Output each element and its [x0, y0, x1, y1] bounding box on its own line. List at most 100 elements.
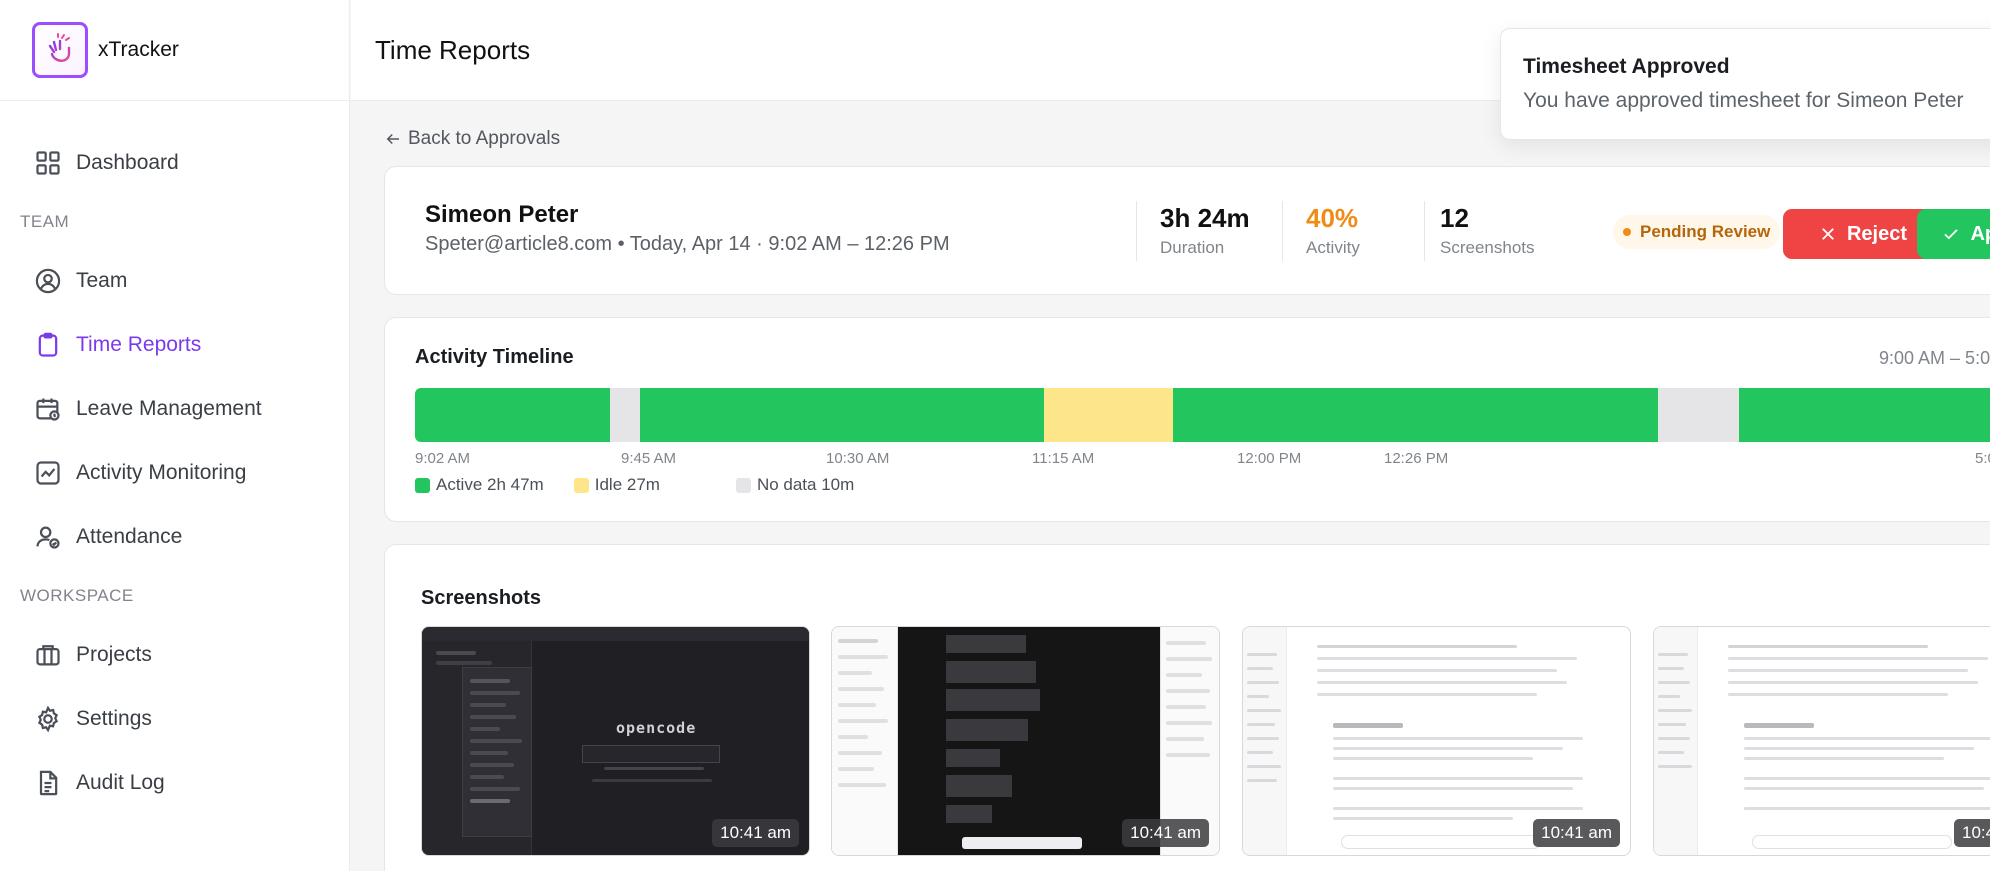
divider: [1136, 201, 1137, 261]
employee-name: Simeon Peter: [425, 201, 579, 228]
thumbnail-caption: opencode: [616, 719, 697, 737]
gear-icon: [37, 705, 59, 733]
sidebar-item-settings[interactable]: Settings: [0, 687, 349, 751]
legend-label: Idle 27m: [594, 475, 660, 494]
status-dot-icon: [1623, 228, 1631, 236]
check-icon: [1944, 229, 1959, 240]
sidebar-item-label: Activity Monitoring: [76, 461, 247, 484]
sidebar-item-label: Time Reports: [76, 333, 202, 356]
legend-idle: Idle 27m: [573, 475, 660, 495]
sidebar-item-label: Leave Management: [76, 397, 262, 420]
back-to-approvals-link[interactable]: Back to Approvals: [384, 128, 560, 150]
toast-title: Timesheet Approved: [1523, 55, 1730, 78]
duration-label: Duration: [1160, 238, 1225, 257]
briefcase-icon: [36, 645, 60, 666]
timeline-segment-idle[interactable]: [1043, 388, 1174, 442]
timeline-title: Activity Timeline: [415, 346, 574, 368]
user-check-icon: [36, 526, 60, 549]
sidebar-section-workspace: WORKSPACE: [20, 586, 134, 605]
screenshot-thumbnail[interactable]: 10:41 am: [831, 626, 1220, 856]
timeline-tick: 11:15 AM: [1032, 450, 1095, 467]
approve-button[interactable]: Approve: [1917, 209, 1990, 259]
toast-message: You have approved timesheet for Simeon P…: [1523, 89, 1964, 112]
toast-notification[interactable]: Timesheet Approved You have approved tim…: [1500, 28, 1990, 140]
clipboard-icon: [38, 332, 58, 357]
legend-swatch: [573, 477, 589, 493]
divider: [1282, 201, 1283, 261]
grid-icon: [36, 151, 60, 175]
sidebar: xTracker Dashboard TEAM Team Time Report…: [0, 0, 350, 871]
sidebar-nav: Dashboard TEAM Team Time Reports Leave M…: [0, 101, 349, 815]
timesheet-summary-card: Simeon Peter Speter@article8.com • Today…: [384, 166, 1990, 295]
sidebar-item-time-reports[interactable]: Time Reports: [0, 313, 349, 377]
legend-swatch: [735, 477, 751, 493]
screenshot-thumbnail[interactable]: opencode 10:41 am: [421, 626, 810, 856]
sidebar-item-team[interactable]: Team: [0, 249, 349, 313]
page-title: Time Reports: [375, 35, 531, 65]
reject-button-label: Reject: [1846, 222, 1908, 245]
document-icon: [39, 770, 58, 796]
sidebar-item-label: Team: [76, 269, 128, 292]
calendar-icon: [36, 398, 60, 421]
timeline-tick: 5:00 PM: [1975, 450, 1990, 467]
screenshot-time: 10:41 am: [712, 819, 799, 847]
sidebar-item-label: Attendance: [76, 525, 183, 548]
legend-swatch: [415, 477, 430, 493]
sidebar-item-activity-monitoring[interactable]: Activity Monitoring: [0, 441, 349, 505]
user-circle-icon: [35, 268, 61, 294]
xtracker-logo-icon: [32, 22, 88, 78]
brand-name: xTracker: [98, 38, 179, 61]
employee-meta: Speter@article8.com • Today, Apr 14 · 9:…: [425, 233, 950, 255]
screenshots-title: Screenshots: [421, 587, 542, 609]
timeline-segment-active[interactable]: [640, 388, 1044, 442]
screenshot-time: 10:41 am: [1533, 819, 1620, 847]
sidebar-item-label: Projects: [76, 643, 152, 666]
sidebar-item-projects[interactable]: Projects: [0, 623, 349, 687]
legend-nodata: No data 10m: [735, 475, 855, 495]
timeline-segment-nodata[interactable]: [610, 388, 641, 442]
sidebar-item-audit-log[interactable]: Audit Log: [0, 751, 349, 815]
sidebar-item-leave-management[interactable]: Leave Management: [0, 377, 349, 441]
stat-activity: 40% Activity: [1306, 203, 1360, 258]
timeline-tick: 9:02 AM: [415, 450, 471, 467]
stat-screenshots: 12 Screenshots: [1440, 203, 1535, 258]
screenshots-value: 12: [1440, 203, 1469, 233]
timeline-tick: 9:45 AM: [621, 450, 677, 467]
divider: [1424, 201, 1425, 261]
stat-duration: 3h 24m Duration: [1160, 203, 1250, 258]
activity-value: 40%: [1306, 203, 1359, 233]
screenshot-thumbnail[interactable]: 10:41 am: [1242, 626, 1631, 856]
timeline-tick: 12:00 PM: [1237, 450, 1302, 467]
sidebar-item-label: Dashboard: [76, 151, 179, 174]
screenshot-time: 10:41 am: [1122, 819, 1209, 847]
sidebar-item-label: Audit Log: [76, 771, 165, 794]
timeline-legend: Active 2h 47m Idle 27m No data 10m: [415, 475, 884, 495]
legend-label: Active 2h 47m: [436, 475, 544, 494]
screenshots-label: Screenshots: [1440, 238, 1535, 257]
back-link-label: Back to Approvals: [408, 128, 561, 149]
timeline-tick: 12:26 PM: [1384, 450, 1449, 467]
close-icon: [1822, 228, 1834, 240]
sidebar-item-attendance[interactable]: Attendance: [0, 505, 349, 569]
timeline-segment-active[interactable]: [1173, 388, 1658, 442]
brand: xTracker: [0, 0, 349, 101]
timeline-range: 9:00 AM – 5:00 PM: [1879, 348, 1990, 368]
screenshot-thumbnail[interactable]: 10:41 am: [1653, 626, 1990, 856]
status-badge-label: Pending Review: [1640, 222, 1771, 241]
approve-button-label: Approve: [1970, 222, 1990, 245]
sidebar-item-dashboard[interactable]: Dashboard: [0, 131, 349, 195]
activity-label: Activity: [1306, 238, 1360, 257]
sidebar-item-label: Settings: [76, 707, 152, 730]
timeline-segment-nodata[interactable]: [1657, 388, 1740, 442]
legend-label: No data 10m: [756, 475, 855, 494]
timeline-segment-active[interactable]: [415, 388, 611, 442]
status-badge: Pending Review: [1613, 215, 1781, 249]
screenshot-time: 10:41 am: [1954, 819, 1990, 847]
timeline-track[interactable]: [415, 388, 1990, 442]
timeline-segment-active[interactable]: [1739, 388, 1990, 442]
screenshots-card: Screenshots opencode 10:41 am 10:41 am 1…: [384, 544, 1990, 871]
timeline-tick: 10:30 AM: [826, 450, 890, 467]
arrow-left-icon: [386, 133, 399, 145]
sidebar-section-team: TEAM: [20, 212, 70, 231]
activity-timeline-card: Activity Timeline 9:00 AM – 5:00 PM 9:02…: [384, 317, 1990, 522]
